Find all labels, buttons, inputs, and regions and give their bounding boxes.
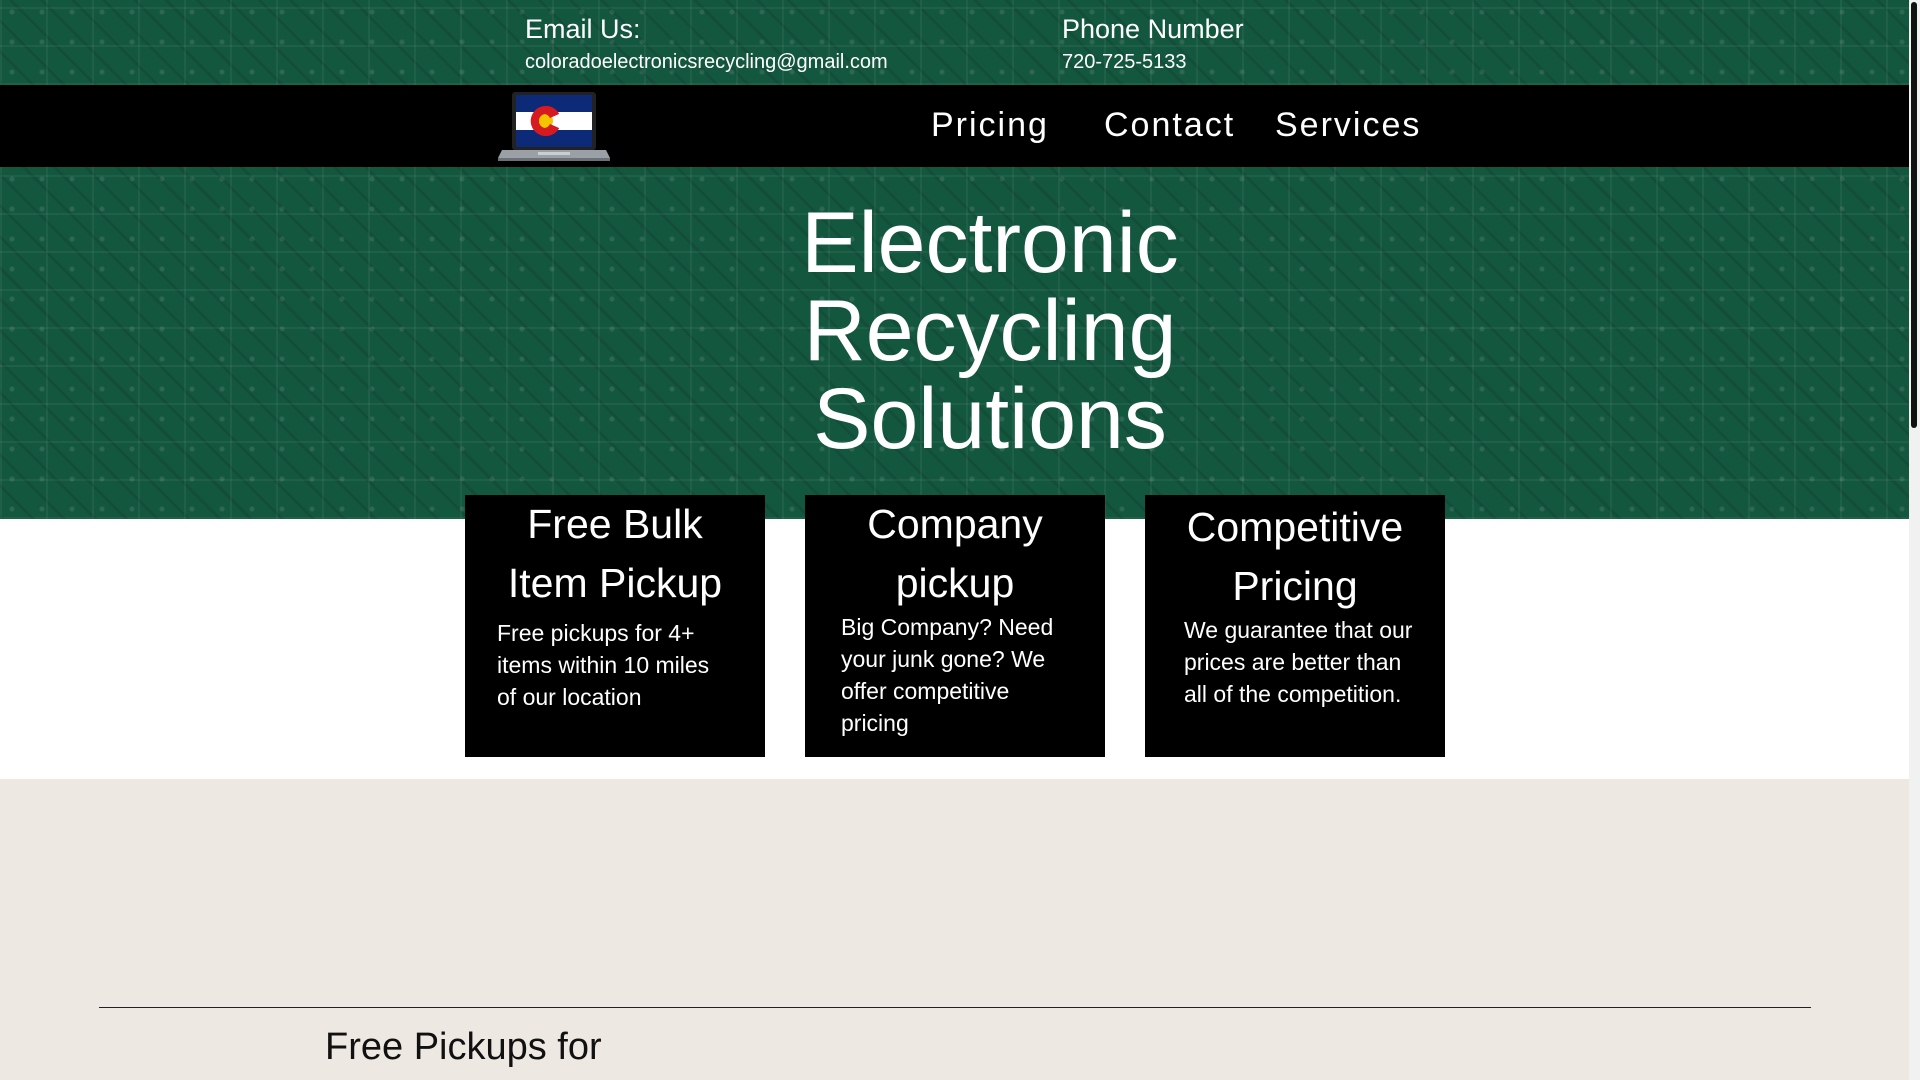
phone-link[interactable]: 720-725-5133 [1062, 50, 1244, 74]
card-title: Competitive Pricing [1145, 498, 1445, 616]
card-description-line: of our location [497, 684, 642, 710]
card-title-line: Free Bulk [527, 501, 703, 547]
section-heading: Free Pickups for [325, 1026, 602, 1068]
hero-title-line: Solutions [813, 371, 1167, 467]
email-link[interactable]: coloradoelectronicsrecycling@gmail.com [525, 50, 888, 74]
nav-pricing[interactable]: Pricing [931, 105, 1049, 145]
card-description-line: all of the competition. [1184, 681, 1402, 707]
card-description: We guarantee that our prices are better … [1184, 614, 1412, 710]
page: Email Us: coloradoelectronicsrecycling@g… [0, 0, 1909, 1080]
card-description-line: Free pickups for 4+ [497, 620, 695, 646]
card-title-line: Item Pickup [507, 560, 723, 606]
email-block: Email Us: coloradoelectronicsrecycling@g… [525, 14, 888, 74]
card-description-line: items within 10 miles [497, 652, 710, 678]
navbar: Pricing Contact Services [0, 85, 1909, 167]
card-title-line: Competitive [1186, 504, 1404, 550]
card-description-line: your junk gone? We [841, 646, 1046, 672]
card-title-line: Pricing [1232, 563, 1358, 609]
card-description: Free pickups for 4+ items within 10 mile… [497, 617, 709, 713]
card-description-line: We guarantee that our [1184, 617, 1413, 643]
contact-bar: Email Us: coloradoelectronicsrecycling@g… [0, 0, 1909, 85]
card-competitive-pricing: Competitive Pricing We guarantee that ou… [1145, 495, 1445, 757]
nav-contact[interactable]: Contact [1104, 105, 1235, 145]
card-description-line: Big Company? Need [841, 614, 1054, 640]
phone-block: Phone Number 720-725-5133 [1062, 14, 1244, 74]
card-title: Free Bulk Item Pickup [465, 495, 765, 613]
colorado-flag-laptop-icon[interactable] [498, 90, 610, 162]
phone-label: Phone Number [1062, 14, 1244, 44]
card-title-line: Company [867, 501, 1043, 547]
card-title: Company pickup [805, 495, 1105, 613]
card-description-line: offer competitive [841, 678, 1010, 704]
hero-title-line: Electronic [801, 195, 1179, 291]
scrollbar-thumb[interactable] [1911, 2, 1917, 428]
section-divider [99, 1007, 1811, 1008]
card-description: Big Company? Need your junk gone? We off… [841, 611, 1053, 739]
hero-banner: Electronic Recycling Solutions [0, 167, 1909, 519]
nav-services[interactable]: Services [1275, 105, 1421, 145]
card-description-line: prices are better than [1184, 649, 1402, 675]
card-title-line: pickup [895, 560, 1015, 606]
hero-title-line: Recycling [803, 283, 1177, 379]
card-company-pickup: Company pickup Big Company? Need your ju… [805, 495, 1105, 757]
hero-title: Electronic Recycling Solutions [0, 199, 1920, 463]
email-label: Email Us: [525, 14, 641, 44]
page-scrollbar[interactable] [1909, 0, 1920, 1080]
card-free-bulk-pickup: Free Bulk Item Pickup Free pickups for 4… [465, 495, 765, 757]
card-description-line: pricing [841, 710, 909, 736]
